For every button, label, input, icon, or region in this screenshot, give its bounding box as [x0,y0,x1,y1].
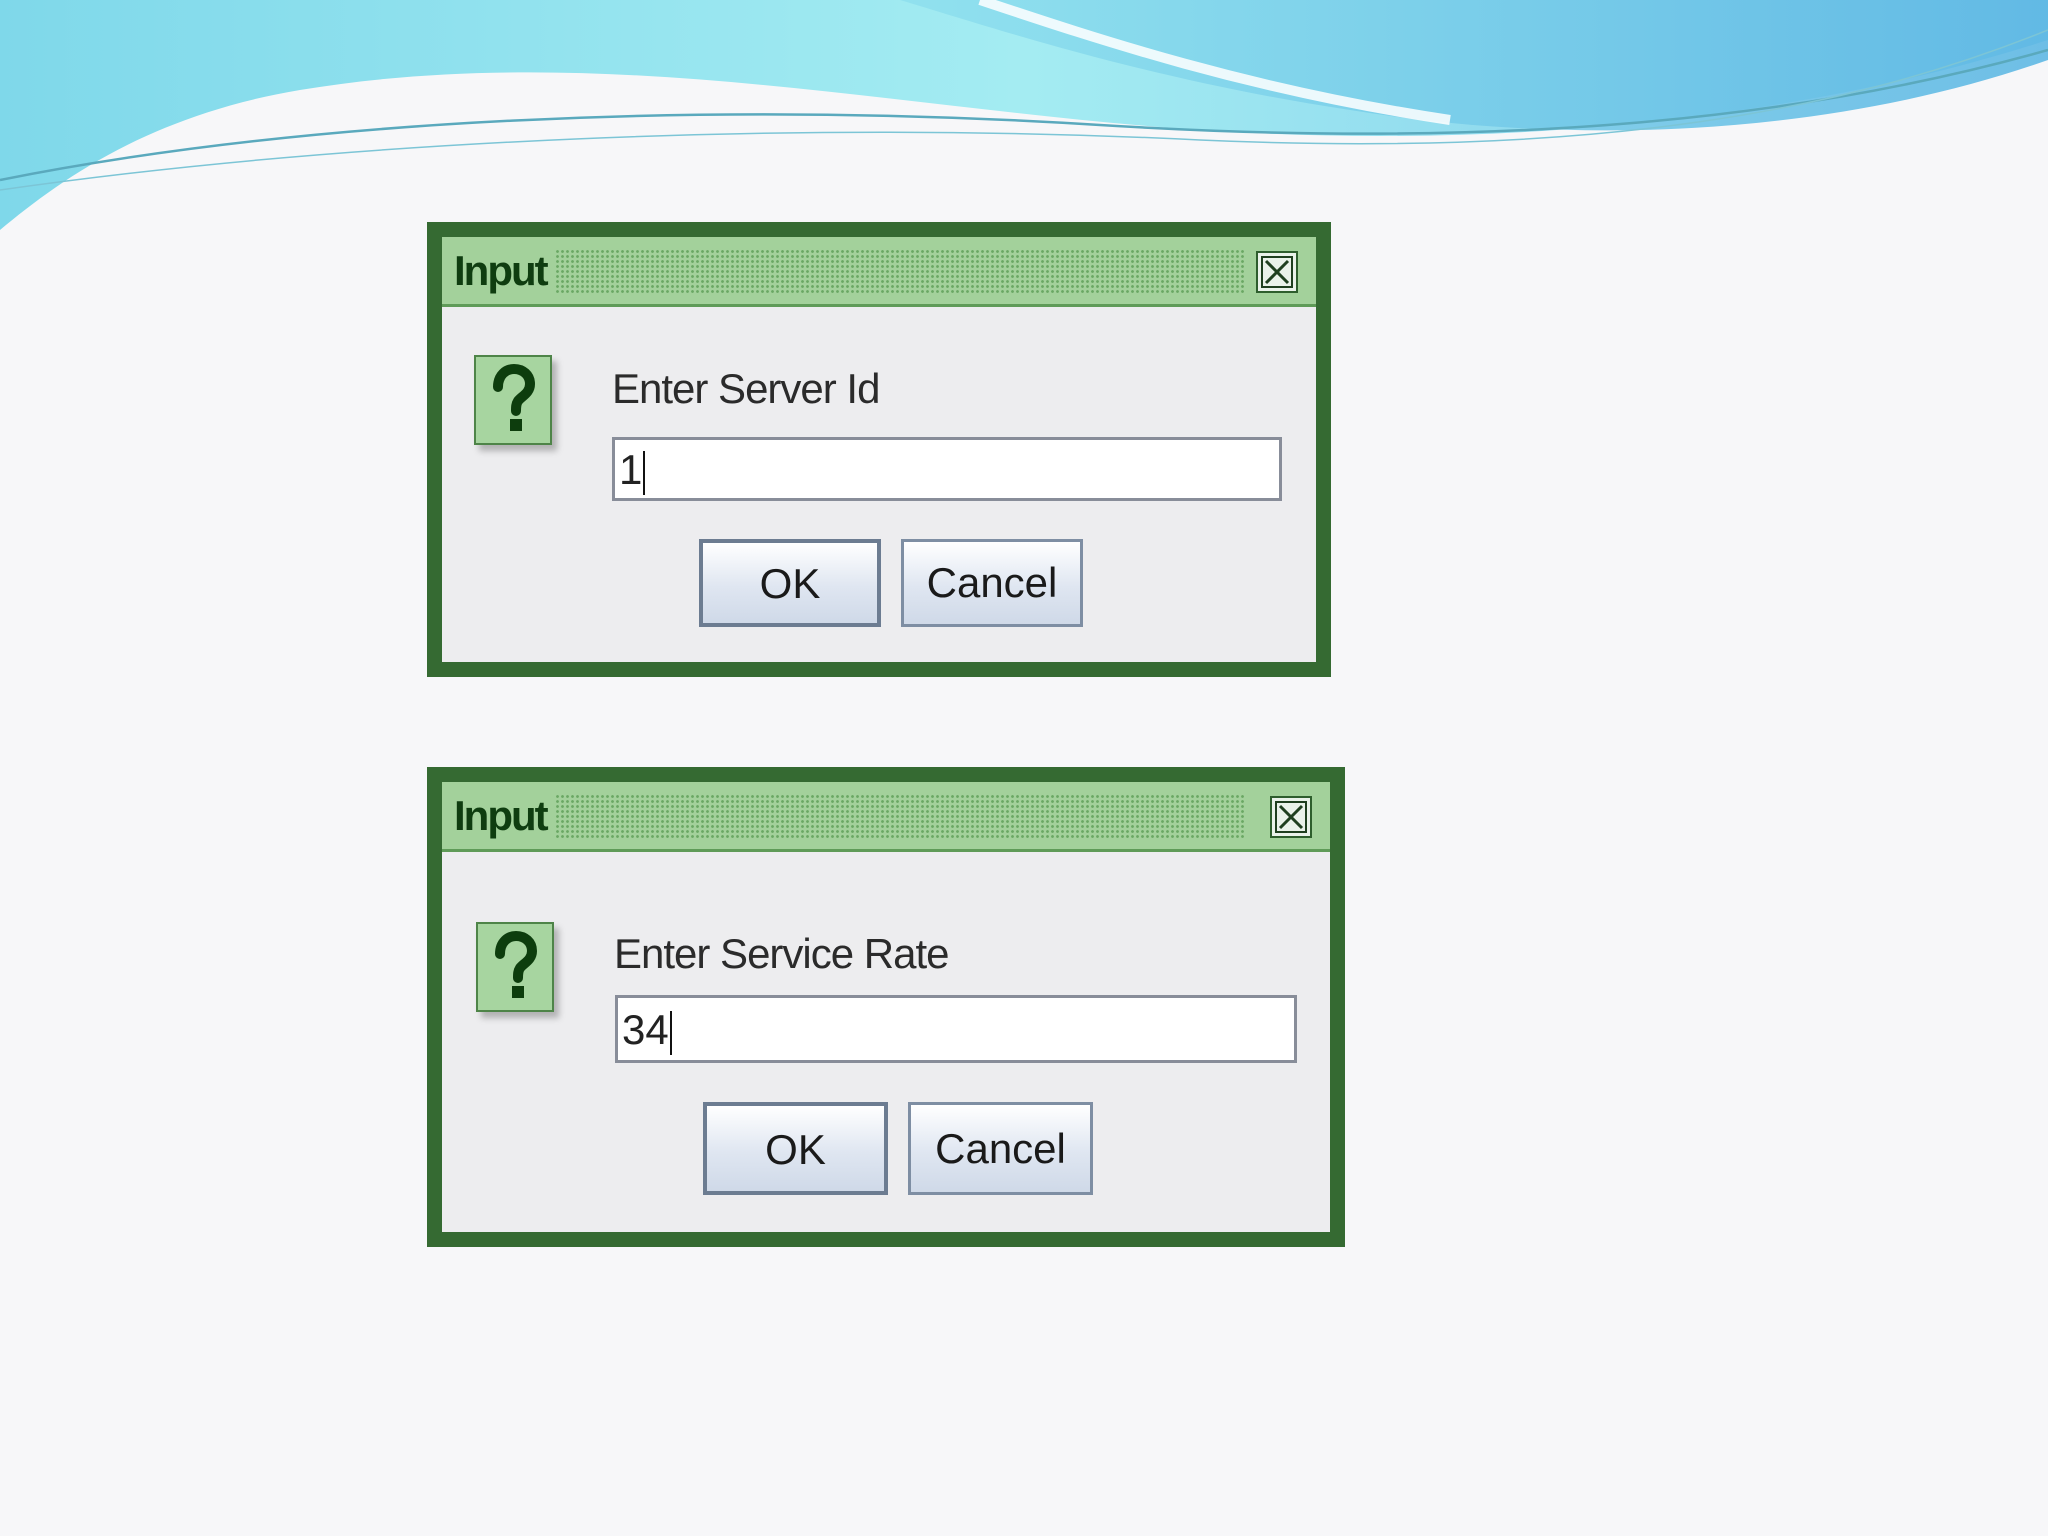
close-button[interactable] [1256,251,1298,293]
decorative-wave-header [0,0,2048,230]
prompt-label: Enter Service Rate [614,930,949,977]
close-icon [1261,256,1293,288]
close-button[interactable] [1270,796,1312,838]
dialog-titlebar[interactable]: Input [442,782,1330,852]
service-rate-input[interactable]: 34 [615,995,1297,1063]
cancel-button[interactable]: Cancel [908,1102,1093,1195]
input-value: 34 [622,1006,669,1053]
dialog-title: Input [454,792,549,839]
ok-button[interactable]: OK [703,1102,888,1195]
text-caret [669,1010,672,1055]
cancel-button[interactable]: Cancel [901,539,1083,627]
titlebar-texture [555,249,1245,295]
dialog-titlebar[interactable]: Input [442,237,1316,307]
prompt-label: Enter Server Id [612,365,880,412]
input-dialog-service-rate: Input Enter Service Rate 34 OK Cancel [427,767,1345,1247]
text-caret [643,450,646,495]
question-mark-icon [474,355,552,445]
input-value: 1 [619,446,643,493]
server-id-input[interactable]: 1 [612,437,1282,501]
ok-button[interactable]: OK [699,539,881,627]
input-dialog-server-id: Input Enter Server Id 1 OK Cancel [427,222,1331,677]
close-icon [1275,801,1307,833]
question-mark-icon [476,922,554,1012]
dialog-title: Input [454,247,549,294]
titlebar-texture [555,794,1245,840]
